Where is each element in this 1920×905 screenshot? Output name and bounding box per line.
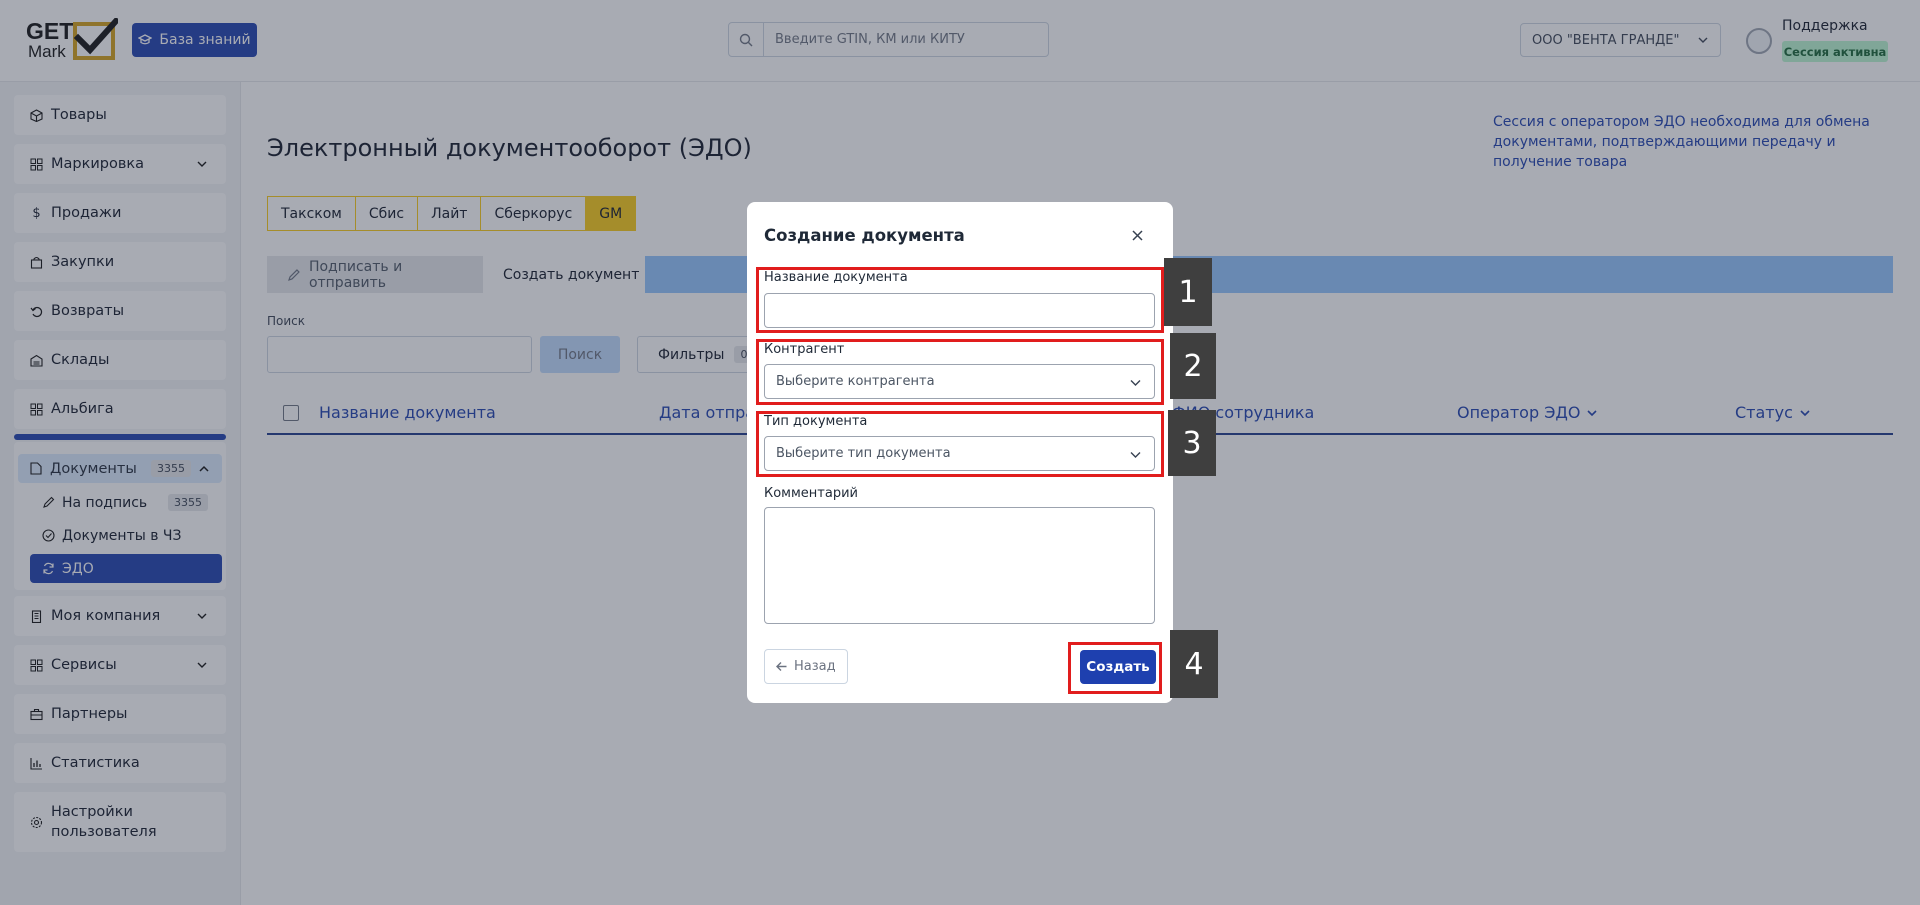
modal-title: Создание документа (764, 226, 965, 245)
annotation-number-3: 3 (1168, 410, 1216, 476)
close-icon[interactable] (1128, 226, 1146, 244)
comment-textarea[interactable] (764, 507, 1155, 624)
annotation-number-2: 2 (1170, 333, 1216, 399)
back-button[interactable]: Назад (764, 649, 848, 684)
highlight-box-4 (1068, 642, 1162, 694)
highlight-box-2 (756, 339, 1164, 405)
annotation-number-4: 4 (1170, 630, 1218, 698)
back-button-label: Назад (794, 659, 836, 674)
arrow-left-icon (776, 662, 787, 671)
comment-label: Комментарий (764, 486, 858, 501)
highlight-box-1 (756, 267, 1164, 333)
highlight-box-3 (756, 411, 1164, 477)
annotation-number-1: 1 (1164, 258, 1212, 326)
